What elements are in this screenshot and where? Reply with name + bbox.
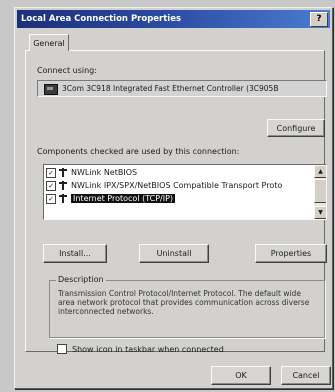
components-label: Components checked are used by this conn… bbox=[37, 147, 240, 156]
adapter-field: 3Com 3C918 Integrated Fast Ethernet Cont… bbox=[37, 80, 327, 97]
component-checkbox[interactable] bbox=[46, 167, 56, 178]
tab-general[interactable]: General bbox=[29, 34, 69, 51]
list-item[interactable]: NWLink NetBIOS bbox=[46, 166, 312, 179]
tab-general-label: General bbox=[33, 38, 65, 48]
description-legend: Description bbox=[56, 275, 106, 284]
component-label: NWLink NetBIOS bbox=[71, 168, 138, 177]
network-adapter-icon bbox=[44, 84, 58, 95]
window-title: Local Area Connection Properties bbox=[21, 14, 182, 24]
description-text: Transmission Control Protocol/Internet P… bbox=[58, 289, 310, 316]
uninstall-button[interactable]: Uninstall bbox=[139, 244, 209, 263]
title-bar[interactable]: Local Area Connection Properties ? bbox=[17, 10, 330, 28]
properties-button[interactable]: Properties bbox=[255, 244, 327, 263]
component-checkbox[interactable] bbox=[46, 180, 56, 191]
scroll-down-icon[interactable]: ▼ bbox=[314, 206, 326, 219]
show-icon-label: Show icon in taskbar when connected bbox=[72, 344, 224, 354]
configure-button[interactable]: Configure bbox=[267, 119, 325, 137]
ok-button[interactable]: OK bbox=[211, 366, 271, 385]
component-checkbox[interactable] bbox=[46, 193, 56, 204]
cancel-button[interactable]: Cancel bbox=[281, 366, 331, 385]
component-label: NWLink IPX/SPX/NetBIOS Compatible Transp… bbox=[71, 181, 283, 190]
install-button[interactable]: Install... bbox=[43, 244, 107, 263]
help-button[interactable]: ? bbox=[310, 11, 328, 27]
description-group: Description Transmission Control Protoco… bbox=[49, 275, 325, 338]
component-label: Internet Protocol (TCP/IP) bbox=[71, 194, 176, 203]
list-item[interactable]: Internet Protocol (TCP/IP) bbox=[46, 192, 312, 205]
protocol-icon bbox=[59, 168, 67, 177]
adapter-name: 3Com 3C918 Integrated Fast Ethernet Cont… bbox=[62, 84, 279, 93]
scroll-up-icon[interactable]: ▲ bbox=[314, 165, 326, 178]
properties-dialog: Local Area Connection Properties ? Gener… bbox=[14, 7, 333, 389]
connect-using-label: Connect using: bbox=[37, 66, 97, 75]
show-icon-option[interactable]: Show icon in taskbar when connected bbox=[57, 344, 224, 354]
list-scrollbar[interactable]: ▲ ▼ bbox=[314, 165, 326, 219]
components-list[interactable]: NWLink NetBIOS NWLink IPX/SPX/NetBIOS Co… bbox=[43, 164, 327, 220]
protocol-icon bbox=[59, 181, 67, 190]
scroll-thumb[interactable] bbox=[314, 179, 326, 203]
list-item[interactable]: NWLink IPX/SPX/NetBIOS Compatible Transp… bbox=[46, 179, 312, 192]
show-icon-checkbox[interactable] bbox=[57, 344, 67, 354]
protocol-icon bbox=[59, 194, 67, 203]
